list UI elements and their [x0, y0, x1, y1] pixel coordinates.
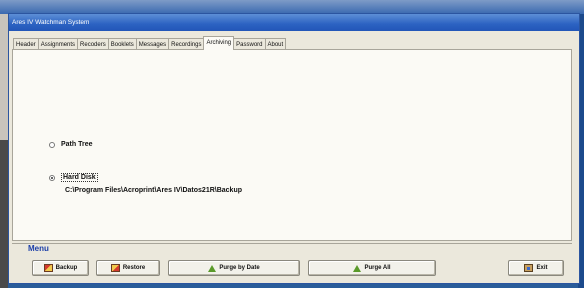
path-tree-label: Path Tree — [61, 141, 93, 148]
purge-all-button-label: Purge All — [364, 265, 391, 271]
archiving-panel — [12, 49, 572, 241]
path-tree-radio[interactable] — [49, 141, 55, 148]
tab-bar: Header Assignments Recoders Booklets Mes… — [13, 36, 287, 50]
hard-disk-option[interactable]: Hard Disk — [49, 173, 98, 182]
purge-all-button[interactable]: Purge All — [308, 260, 436, 276]
exit-button-label: Exit — [536, 265, 548, 271]
tab-archiving[interactable]: Archiving — [203, 36, 235, 50]
restore-button[interactable]: Restore — [96, 260, 160, 276]
menu-group: Menu Backup Restore Purge by Date Purge … — [12, 243, 572, 281]
purge-by-date-button[interactable]: Purge by Date — [168, 260, 300, 276]
path-tree-option[interactable]: Path Tree — [49, 141, 93, 148]
broom-icon — [353, 264, 362, 272]
broom-icon — [208, 264, 217, 272]
backup-button-label: Backup — [55, 265, 78, 271]
backup-button[interactable]: Backup — [32, 260, 89, 276]
restore-button-label: Restore — [122, 265, 146, 271]
menu-group-label: Menu — [28, 244, 51, 253]
window-titlebar[interactable]: Ares IV Watchman System — [9, 14, 579, 31]
exit-door-icon — [524, 264, 534, 272]
main-window: Ares IV Watchman System Header Assignmen… — [8, 13, 580, 284]
purge-by-date-button-label: Purge by Date — [219, 265, 260, 271]
backup-path: C:\Program Files\Acroprint\Ares IV\Datos… — [65, 187, 242, 194]
window-title: Ares IV Watchman System — [12, 19, 90, 26]
backup-icon — [43, 264, 53, 272]
hard-disk-label: Hard Disk — [61, 173, 98, 182]
restore-icon — [110, 264, 120, 272]
background-taskbar-edge — [0, 140, 8, 288]
exit-button[interactable]: Exit — [508, 260, 564, 276]
background-window-titlebar — [0, 0, 584, 14]
hard-disk-radio[interactable] — [49, 174, 55, 181]
